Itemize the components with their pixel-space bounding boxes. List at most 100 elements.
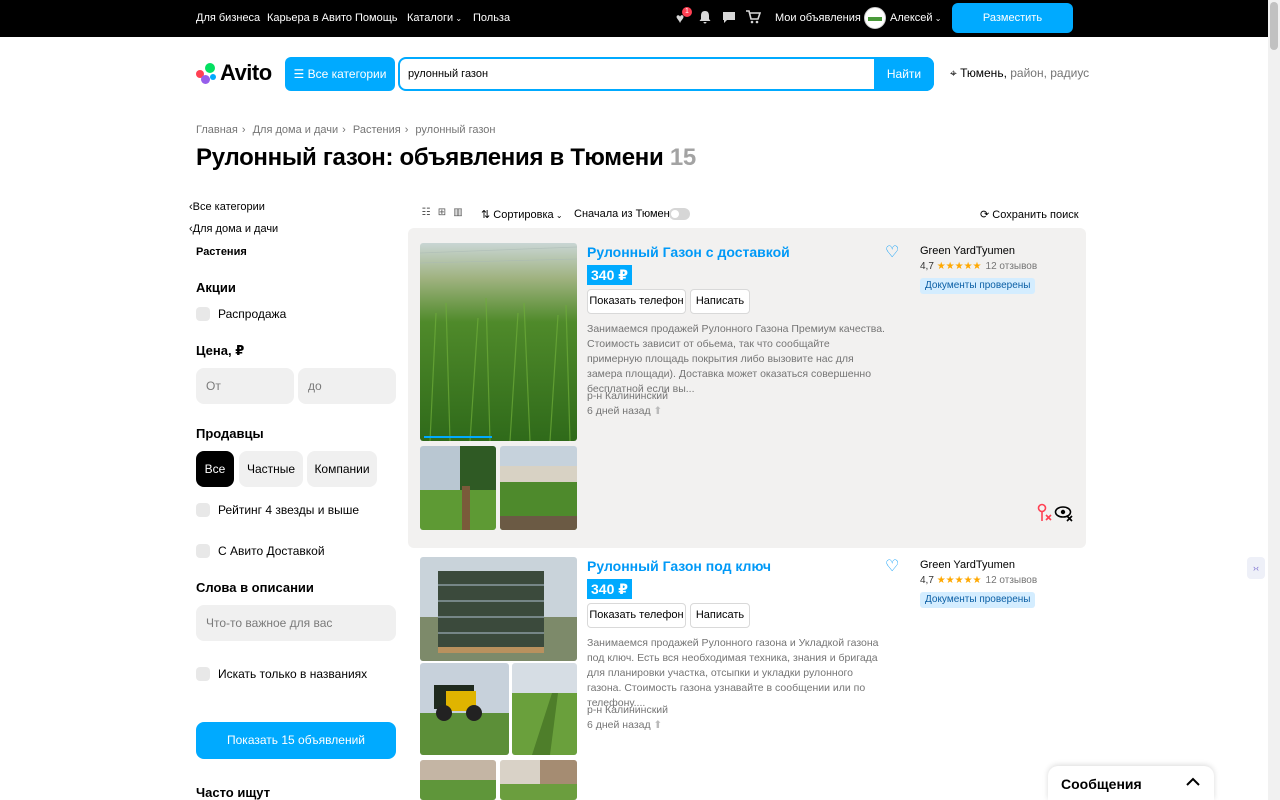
map-view-icon[interactable]: ▥	[452, 207, 464, 219]
house-photo	[500, 760, 577, 800]
hedge-photo	[420, 446, 496, 530]
search-input[interactable]	[408, 65, 858, 83]
chat-icon[interactable]	[721, 10, 737, 26]
listing-photo-thumb[interactable]	[512, 663, 577, 755]
hide-seller-icon[interactable]	[1034, 503, 1054, 525]
price-to-field	[298, 368, 396, 404]
grid-view-icon[interactable]: ⊞	[436, 207, 448, 219]
hide-seller-svg	[1037, 503, 1052, 521]
hide-listing-svg	[1054, 506, 1073, 522]
link-career[interactable]: Карьера в Авито	[267, 12, 352, 24]
pallet-photo	[420, 557, 577, 661]
show-phone-button[interactable]: Показать телефон	[587, 289, 686, 314]
listing-photo-thumb[interactable]	[500, 760, 577, 800]
user-menu[interactable]: Алексей ⌄	[890, 12, 942, 24]
grass-photo	[420, 243, 577, 441]
listing-photo-thumb[interactable]	[420, 760, 496, 800]
listing-price: 340 ₽	[587, 579, 632, 599]
field-photo	[512, 663, 577, 755]
words-heading: Слова в описании	[196, 580, 314, 595]
write-button[interactable]: Написать	[690, 289, 750, 314]
rating-checkbox[interactable]: Рейтинг 4 звезды и выше	[196, 502, 359, 518]
show-results-button[interactable]: Показать 15 объявлений	[196, 722, 396, 759]
bell-icon[interactable]	[697, 10, 713, 26]
lawn-photo	[500, 446, 577, 530]
show-phone-button[interactable]: Показать телефон	[587, 603, 686, 628]
tyumen-first-toggle[interactable]	[669, 208, 690, 220]
bell-icon-svg	[699, 11, 711, 24]
chat-icon-svg	[723, 12, 735, 23]
star-rating-icon: ★★★★★	[936, 575, 982, 586]
listing-description: Занимаемся продажей Рулонного Газона Пре…	[587, 323, 885, 395]
back-all-categories[interactable]: ‹Все категории	[189, 201, 265, 213]
titles-only-checkbox[interactable]: Искать только в названиях	[196, 666, 367, 682]
scrollbar-thumb[interactable]	[1270, 2, 1278, 50]
write-button[interactable]: Написать	[690, 603, 750, 628]
search-button[interactable]: Найти	[874, 57, 934, 91]
avito-logo[interactable]: Avito	[196, 60, 272, 86]
listing-title[interactable]: Рулонный Газон с доставкой	[587, 244, 790, 260]
link-catalogs[interactable]: Каталоги ⌄	[407, 12, 462, 24]
breadcrumb-home-garden[interactable]: Для дома и дачи	[253, 124, 339, 136]
hide-listing-icon[interactable]	[1054, 503, 1074, 525]
save-search-icon: ⟳	[980, 209, 993, 221]
listing-photo-thumb[interactable]	[420, 446, 496, 530]
link-benefit[interactable]: Польза	[473, 12, 510, 24]
checkbox-box[interactable]	[196, 667, 210, 681]
chevron-down-icon: ⌄	[932, 14, 942, 23]
reviews-link[interactable]: 12 отзывов	[986, 575, 1038, 586]
favorite-heart-icon[interactable]: ♡	[885, 245, 901, 261]
reviews-link[interactable]: 12 отзывов	[986, 261, 1038, 272]
sellers-heading: Продавцы	[196, 426, 264, 441]
words-input[interactable]	[196, 605, 396, 641]
seller-all-button[interactable]: Все	[196, 451, 234, 487]
link-business[interactable]: Для бизнеса	[196, 12, 260, 24]
price-to-input[interactable]	[298, 368, 396, 404]
chevron-up-icon[interactable]	[1186, 774, 1200, 790]
listing-posted: 6 дней назад ⬆	[587, 405, 663, 417]
seller-name[interactable]: Green YardTyumen	[920, 245, 1015, 257]
raise-arrow-icon: ⬆	[650, 405, 663, 417]
page-scrollbar[interactable]	[1268, 0, 1280, 800]
favorite-heart-icon[interactable]: ♡	[885, 559, 901, 575]
listing-title[interactable]: Рулонный Газон под ключ	[587, 558, 771, 574]
seller-companies-button[interactable]: Компании	[307, 451, 377, 487]
messages-panel[interactable]: Сообщения	[1048, 766, 1214, 800]
filter-lines-icon: ☰	[293, 67, 308, 81]
extension-icon[interactable]: ›‹	[1247, 557, 1265, 579]
checkbox-box[interactable]	[196, 503, 210, 517]
location-selector[interactable]: ⌖ Тюмень, район, радиус	[950, 66, 1089, 81]
seller-name[interactable]: Green YardTyumen	[920, 559, 1015, 571]
listing-photo-main[interactable]	[420, 243, 577, 441]
breadcrumb-current: рулонный газон	[415, 124, 496, 136]
chevron-right-icon: ›	[404, 124, 409, 136]
all-categories-button[interactable]: ☰ Все категории	[285, 57, 395, 91]
cart-icon-svg	[745, 10, 761, 24]
sort-dropdown[interactable]: ⇅ Сортировка ⌄	[481, 208, 563, 221]
save-search-button[interactable]: ⟳ Сохранить поиск	[980, 208, 1079, 221]
list-view-icon[interactable]: ☷	[420, 207, 432, 219]
promo-heading: Акции	[196, 280, 236, 295]
price-from-input[interactable]	[196, 368, 294, 404]
breadcrumb-plants[interactable]: Растения	[353, 124, 401, 136]
yard-photo	[420, 760, 496, 800]
messages-label: Сообщения	[1061, 776, 1142, 792]
link-help[interactable]: Помощь	[355, 12, 398, 24]
listing-photo-thumb[interactable]	[420, 663, 509, 755]
sale-checkbox[interactable]: Распродажа	[196, 306, 286, 322]
breadcrumb-home[interactable]: Главная	[196, 124, 238, 136]
avatar[interactable]	[864, 7, 886, 29]
tyumen-first-label: Сначала из Тюмени	[574, 208, 676, 220]
my-ads-link[interactable]: Мои объявления	[775, 12, 861, 24]
delivery-checkbox[interactable]: С Авито Доставкой	[196, 543, 325, 559]
avatar-logo	[868, 17, 882, 21]
seller-private-button[interactable]: Частные	[239, 451, 303, 487]
chevron-right-icon: ›	[342, 124, 346, 136]
checkbox-box[interactable]	[196, 544, 210, 558]
post-ad-button[interactable]: Разместить объявление	[952, 3, 1073, 54]
listing-photo-main[interactable]	[420, 557, 577, 661]
checkbox-box[interactable]	[196, 307, 210, 321]
listing-photo-thumb[interactable]	[500, 446, 577, 530]
cart-icon[interactable]	[745, 10, 761, 26]
back-home-garden[interactable]: ‹Для дома и дачи	[189, 223, 278, 235]
